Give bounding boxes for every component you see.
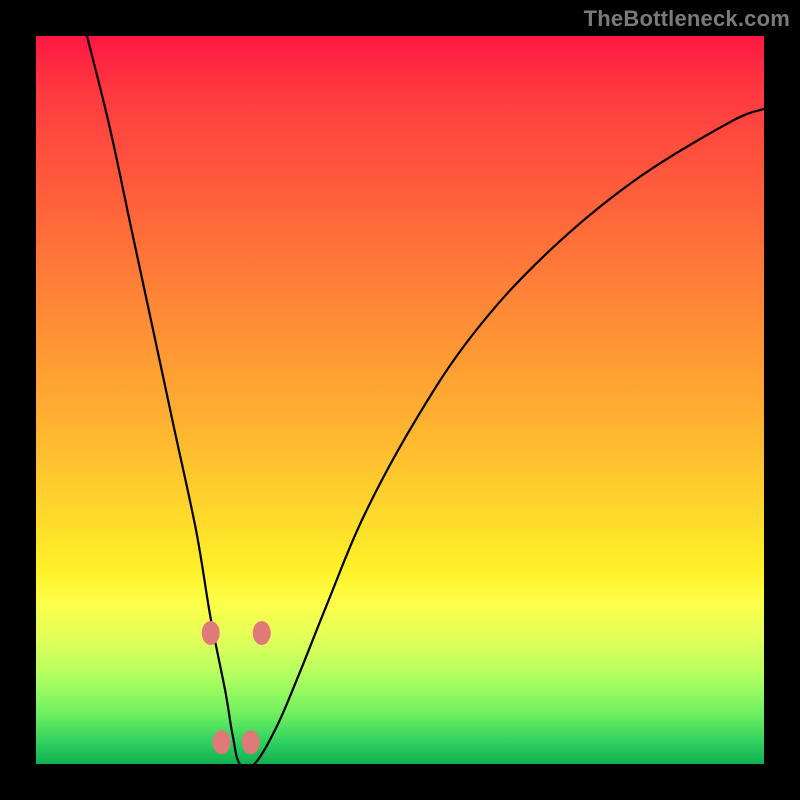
bottleneck-curve	[87, 36, 764, 768]
curve-svg	[36, 36, 764, 764]
curve-marker	[202, 621, 220, 645]
curve-marker	[253, 621, 271, 645]
chart-frame: TheBottleneck.com	[0, 0, 800, 800]
curve-marker	[242, 730, 260, 754]
watermark-text: TheBottleneck.com	[584, 6, 790, 32]
curve-markers	[202, 621, 271, 754]
plot-area	[36, 36, 764, 764]
curve-marker	[213, 730, 231, 754]
